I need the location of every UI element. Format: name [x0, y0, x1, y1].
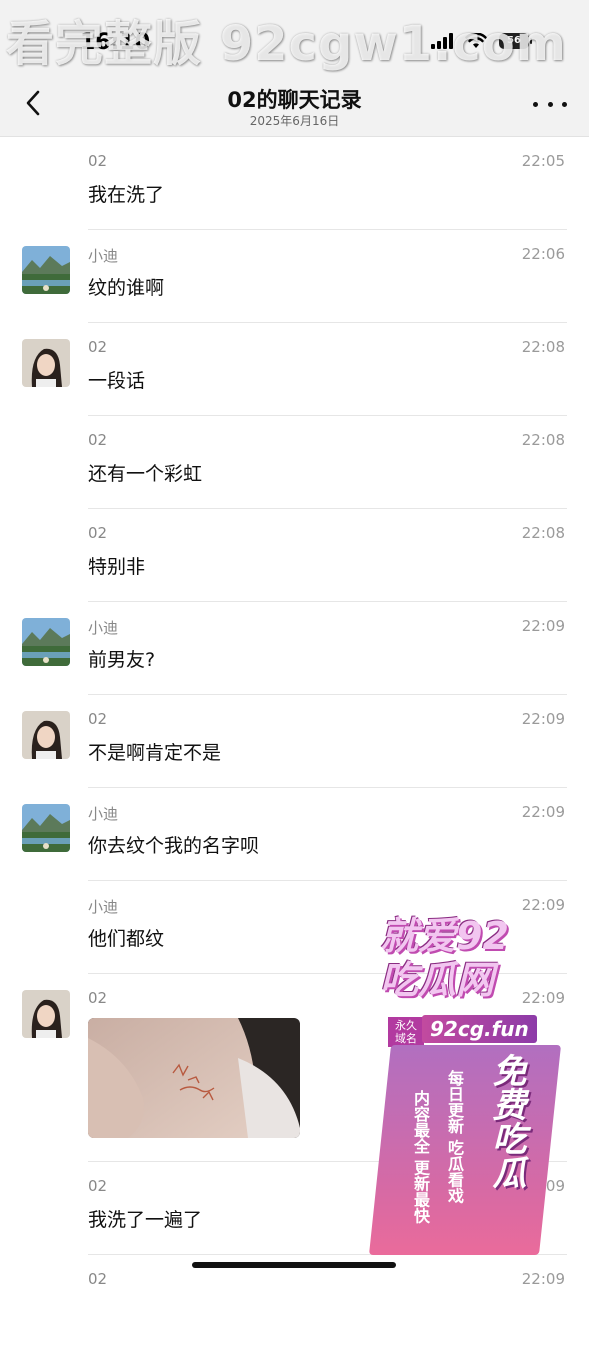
page-subtitle: 2025年6月16日 [249, 114, 340, 128]
more-button[interactable] [533, 94, 567, 114]
message-sender: 02 [88, 710, 108, 728]
status-time: 16:10 [80, 30, 151, 55]
message-sender: 02 [88, 431, 108, 449]
message-time: 22:09 [521, 803, 565, 821]
list-item[interactable]: 02 22:05 我在洗了 [0, 137, 589, 230]
message-sender: 02 [88, 989, 108, 1007]
ad-headline-2: 吃瓜网 [380, 958, 495, 1002]
message-sender: 02 [88, 338, 108, 356]
ad-daily-text: 每日更新 吃瓜看戏 [445, 1070, 464, 1204]
ad-badge: 永久域名 [388, 1017, 424, 1047]
message-text: 一段话 [88, 370, 146, 392]
ad-free-text: 免费吃瓜 [486, 1053, 526, 1189]
message-text: 他们都纹 [88, 928, 165, 950]
message-text: 纹的谁啊 [88, 277, 165, 299]
avatar[interactable] [22, 246, 70, 294]
message-sender: 小迪 [88, 619, 119, 637]
cellular-signal-icon [431, 33, 453, 49]
avatar[interactable] [22, 804, 70, 852]
message-time: 22:06 [521, 245, 565, 263]
message-text: 你去纹个我的名字呗 [88, 835, 260, 857]
message-text: 我在洗了 [88, 184, 165, 206]
avatar[interactable] [22, 711, 70, 759]
message-sender: 02 [88, 524, 108, 542]
message-text: 不是啊肯定不是 [88, 742, 222, 764]
nav-bar: 02的聊天记录 2025年6月16日 [0, 70, 589, 137]
message-time: 22:05 [521, 152, 565, 170]
message-time: 22:08 [521, 524, 565, 542]
message-text: 特别非 [88, 556, 146, 578]
avatar[interactable] [22, 339, 70, 387]
status-icons: 56 [431, 33, 532, 49]
message-sender: 小迪 [88, 805, 119, 823]
list-item[interactable]: 02 22:09 [0, 1255, 589, 1348]
list-item[interactable]: 小迪 22:09 你去纹个我的名字呗 [0, 788, 589, 881]
message-sender: 02 [88, 1177, 108, 1195]
wifi-icon [465, 33, 487, 48]
list-item[interactable]: 小迪 22:06 纹的谁啊 [0, 230, 589, 323]
page-title: 02的聊天记录 [227, 88, 362, 112]
home-indicator[interactable] [192, 1262, 396, 1268]
message-sender: 02 [88, 1270, 108, 1288]
message-sender: 小迪 [88, 898, 119, 916]
list-item[interactable]: 02 22:09 不是啊肯定不是 [0, 695, 589, 788]
list-item[interactable]: 02 22:08 一段话 [0, 323, 589, 416]
ad-domain-link[interactable]: 92cg.fun [422, 1015, 537, 1043]
battery-icon: 56 [499, 33, 532, 49]
message-sender: 小迪 [88, 247, 119, 265]
status-bar: 16:10 56 [0, 0, 589, 70]
avatar[interactable] [22, 618, 70, 666]
list-item[interactable]: 小迪 22:09 前男友? [0, 602, 589, 695]
message-time: 22:09 [521, 710, 565, 728]
message-time: 22:08 [521, 431, 565, 449]
message-sender: 02 [88, 152, 108, 170]
message-time: 22:08 [521, 338, 565, 356]
ad-content-text: 内容最全 更新最快 [411, 1090, 430, 1224]
message-time: 22:09 [521, 1270, 565, 1288]
message-text: 前男友? [88, 649, 156, 671]
more-horizontal-icon [533, 101, 538, 107]
message-time: 22:09 [521, 617, 565, 635]
message-image[interactable] [88, 1018, 300, 1138]
list-item[interactable]: 02 22:08 特别非 [0, 509, 589, 602]
avatar[interactable] [22, 990, 70, 1038]
message-text: 我洗了一遍了 [88, 1209, 203, 1231]
ad-overlay[interactable]: 就爱92 吃瓜网 永久域名 92cg.fun 免费吃瓜 每日更新 吃瓜看戏 内容… [360, 905, 575, 1255]
list-item[interactable]: 02 22:08 还有一个彩虹 [0, 416, 589, 509]
message-text: 还有一个彩虹 [88, 463, 203, 485]
